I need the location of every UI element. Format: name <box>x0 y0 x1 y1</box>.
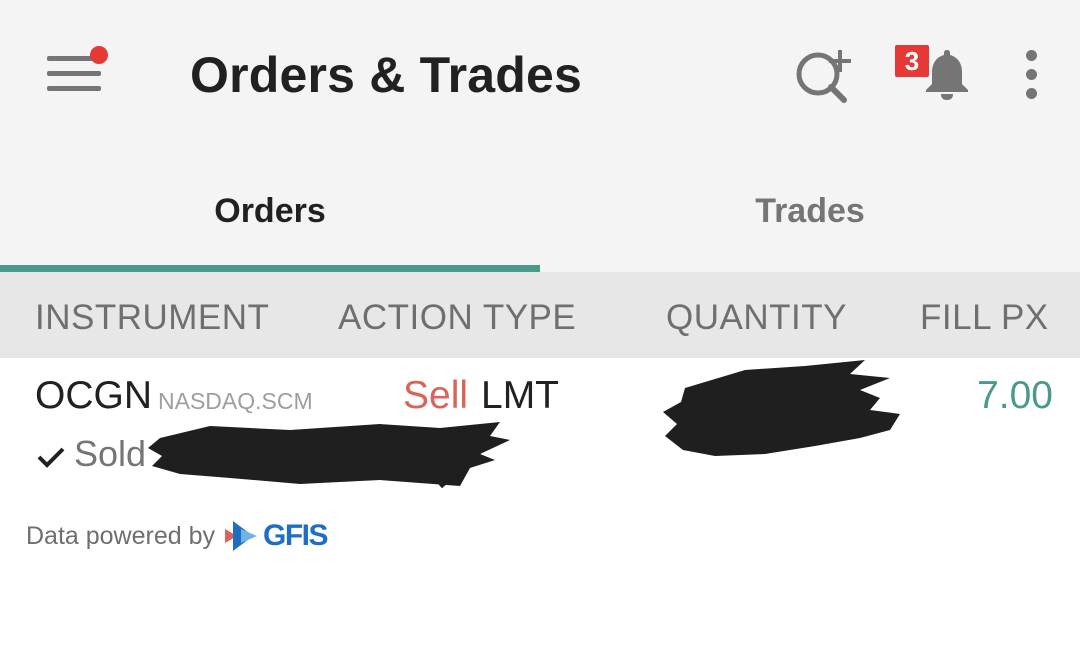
search-add-icon[interactable] <box>790 44 860 104</box>
order-type: LMT <box>481 374 559 417</box>
gfis-logo-text: GFIS <box>263 519 329 552</box>
notification-badge: 3 <box>895 45 929 77</box>
active-tab-indicator <box>0 265 540 272</box>
column-header-fill-px[interactable]: FILL PX <box>920 298 1049 338</box>
order-row[interactable]: OCGN NASDAQ.SCM Sell LMT 7.00 Sold <box>0 358 1080 489</box>
tab-trades[interactable]: Trades <box>540 180 1080 272</box>
order-fill-price: 7.00 <box>977 374 1053 417</box>
order-exchange: NASDAQ.SCM <box>158 388 313 414</box>
order-symbol: OCGN <box>35 374 152 417</box>
more-dot <box>1026 88 1037 99</box>
menu-icon-line <box>47 71 101 76</box>
data-attribution: Data powered by GFIS <box>26 519 329 553</box>
redaction-mark <box>148 422 510 489</box>
page-title: Orders & Trades <box>190 47 583 103</box>
gfis-logo[interactable]: GFIS <box>223 519 329 553</box>
powered-by-label: Data powered by <box>26 521 216 550</box>
menu-icon-line <box>47 86 101 91</box>
column-header-instrument[interactable]: INSTRUMENT <box>35 298 269 338</box>
column-header-row: INSTRUMENT ACTION TYPE QUANTITY FILL PX <box>0 272 1080 358</box>
gfis-logo-mark <box>225 521 258 551</box>
more-dot <box>1026 50 1037 61</box>
app-bar: Orders & Trades 3 Orders Trades <box>0 0 1080 272</box>
order-side: Sell <box>403 374 469 417</box>
column-header-action-type[interactable]: ACTION TYPE <box>338 298 576 338</box>
more-dot <box>1026 69 1037 80</box>
notifications-button[interactable]: 3 <box>892 42 974 102</box>
tab-orders[interactable]: Orders <box>0 180 540 272</box>
menu-alert-dot <box>90 46 108 64</box>
menu-button[interactable] <box>40 46 110 102</box>
app-root: Orders & Trades 3 Orders Trades INSTRUME… <box>0 0 1080 654</box>
redaction-mark <box>663 360 900 456</box>
column-header-quantity[interactable]: QUANTITY <box>666 298 847 338</box>
more-vert-icon[interactable] <box>1014 46 1050 102</box>
order-status: Sold <box>74 433 147 474</box>
check-icon <box>37 447 65 468</box>
